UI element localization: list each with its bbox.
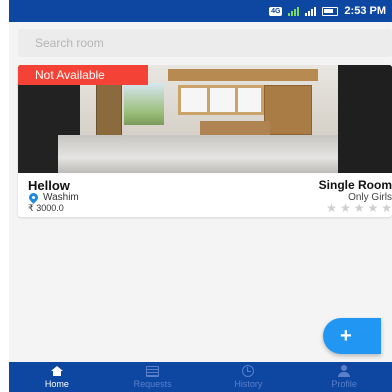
plus-icon: +: [340, 324, 352, 347]
battery-icon: [322, 6, 339, 16]
room-price: ₹ 3000.0: [28, 203, 64, 213]
signal-strength-icon: [288, 6, 300, 16]
history-icon: [242, 365, 255, 377]
star-icon: ★: [339, 201, 351, 215]
list-icon: [146, 365, 160, 377]
search-input[interactable]: [35, 36, 392, 50]
nav-label-history: History: [234, 379, 263, 389]
app-screen: 4G 2:53 PM Not Available: [9, 0, 392, 392]
room-location-text: Washim: [43, 192, 79, 203]
bottom-navigation: Home Requests History Profile: [9, 362, 392, 392]
nav-label-home: Home: [44, 379, 69, 389]
room-photo: Not Available: [18, 65, 392, 173]
network-badge: 4G: [269, 6, 283, 16]
room-location: Washim: [27, 191, 79, 204]
status-time: 2:53 PM: [344, 5, 386, 17]
nav-item-requests[interactable]: Requests: [105, 362, 201, 392]
signal-strength-2-icon: [305, 6, 317, 16]
nav-label-requests: Requests: [133, 379, 172, 389]
star-icon: ★: [353, 201, 365, 215]
add-room-button[interactable]: +: [323, 318, 381, 354]
star-icon: ★: [367, 201, 379, 215]
star-icon: ★: [326, 201, 337, 215]
availability-badge: Not Available: [18, 65, 148, 85]
star-icon: ★: [381, 201, 392, 215]
room-info: Hellow Washim ₹ 3000.0 Single Room Only …: [18, 173, 392, 217]
room-card[interactable]: Not Available Hellow Washim ₹ 3000.0 Sin…: [18, 65, 392, 217]
nav-label-profile: Profile: [331, 379, 357, 389]
nav-item-home[interactable]: Home: [9, 362, 105, 392]
nav-item-profile[interactable]: Profile: [296, 362, 392, 392]
search-bar[interactable]: [18, 29, 392, 57]
room-type: Single Room: [318, 178, 392, 192]
room-name: Hellow: [28, 178, 70, 193]
screen-edge: [0, 0, 9, 392]
person-icon: [338, 365, 351, 377]
home-icon: [50, 366, 63, 376]
location-pin-icon: [27, 191, 40, 204]
status-bar: 4G 2:53 PM: [9, 0, 392, 22]
star-rating: ★ ★ ★ ★ ★: [282, 202, 392, 214]
nav-item-history[interactable]: History: [201, 362, 297, 392]
